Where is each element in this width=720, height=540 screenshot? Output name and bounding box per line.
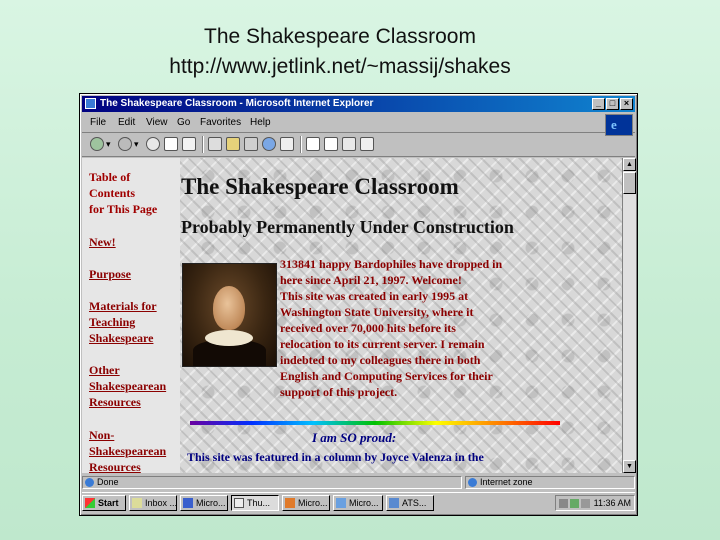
powerpoint-icon — [285, 498, 295, 508]
intro-line: indebted to my colleagues there in both — [280, 353, 481, 367]
slide-title: The Shakespeare Classroom — [204, 25, 476, 48]
taskbar: Start Inbox ... Micro... Thu... Micro...… — [82, 492, 635, 513]
word-icon — [183, 498, 193, 508]
maximize-button[interactable]: □ — [606, 98, 619, 110]
vertical-scrollbar[interactable]: ▲ ▼ — [622, 158, 636, 473]
intro-line: Washington State University, where it — [280, 305, 474, 319]
task-label: Inbox ... — [145, 498, 177, 508]
toolbar-separator — [300, 136, 301, 153]
zone-text: Internet zone — [480, 477, 533, 487]
windows-logo-icon — [85, 498, 95, 508]
status-pane: Done — [82, 476, 462, 489]
nav-non-shakespearean-link[interactable]: Non- Shakespearean Resources — [89, 427, 166, 473]
back-icon[interactable] — [90, 137, 104, 151]
nav-materials-link[interactable]: Materials for Teaching Shakespeare — [89, 298, 157, 346]
slide-url: http://www.jetlink.net/~massij/shakes — [169, 55, 511, 78]
intro-line: This site was created in early 1995 at — [280, 289, 469, 303]
shakespeare-portrait — [182, 263, 277, 367]
toolbar-separator — [202, 136, 203, 153]
intro-line: 313841 happy Bardophiles have dropped in — [280, 257, 503, 271]
status-bar: Done Internet zone — [82, 475, 635, 490]
refresh-icon[interactable] — [164, 137, 178, 151]
inbox-icon — [132, 498, 142, 508]
zone-pane: Internet zone — [465, 476, 635, 489]
menu-help[interactable]: Help — [250, 117, 271, 128]
menu-favorites[interactable]: Favorites — [200, 117, 241, 128]
task-label: ATS... — [402, 498, 427, 508]
task-label: Micro... — [196, 498, 226, 508]
page-heading: The Shakespeare Classroom — [181, 174, 459, 199]
start-label: Start — [98, 498, 119, 508]
scroll-thumb[interactable] — [623, 172, 636, 194]
task-label: Micro... — [298, 498, 328, 508]
page-subheading: Probably Permanently Under Construction — [181, 217, 514, 237]
title-bar: The Shakespeare Classroom - Microsoft In… — [82, 96, 635, 112]
task-inbox[interactable]: Inbox ... — [129, 495, 177, 511]
window-title: The Shakespeare Classroom - Microsoft In… — [100, 98, 374, 109]
task-other[interactable]: Micro... — [333, 495, 383, 511]
nav-purpose-link[interactable]: Purpose — [89, 266, 131, 282]
forward-icon[interactable] — [118, 137, 132, 151]
nav-table-of-contents: Table of Contents for This Page — [89, 170, 158, 216]
search-icon[interactable] — [208, 137, 222, 151]
speaker-icon[interactable] — [570, 499, 579, 508]
scroll-up-icon[interactable]: ▲ — [623, 158, 636, 171]
side-navigation: Table of Contents for This Page New! Pur… — [82, 158, 180, 473]
nav-new-link[interactable]: New! — [89, 234, 116, 250]
close-button[interactable]: × — [620, 98, 633, 110]
featured-text: This site was featured in a column by Jo… — [187, 450, 484, 464]
nav-other-resources-link[interactable]: Other Shakespearean Resources — [89, 362, 166, 410]
clock[interactable]: 11:36 AM — [594, 496, 631, 510]
rainbow-divider — [190, 421, 560, 425]
system-tray: 11:36 AM — [555, 495, 635, 511]
favorites-icon[interactable] — [226, 137, 240, 151]
network-icon[interactable] — [559, 499, 568, 508]
fonts-icon[interactable] — [324, 137, 338, 151]
task-ats[interactable]: ATS... — [386, 495, 434, 511]
menu-view[interactable]: View — [146, 117, 168, 128]
toolbar: ▾ ▾ — [82, 134, 635, 157]
app-icon — [336, 498, 346, 508]
task-label: Thu... — [247, 498, 271, 508]
menu-edit[interactable]: Edit — [118, 117, 135, 128]
task-powerpoint[interactable]: Micro... — [282, 495, 330, 511]
proud-text: I am SO proud: — [312, 430, 397, 445]
intro-line: relocation to its current server. I rema… — [280, 337, 485, 351]
ie-icon — [85, 98, 96, 109]
fullscreen-icon[interactable] — [280, 137, 294, 151]
intro-line: here since April 21, 1997. Welcome! — [280, 273, 462, 287]
ie-logo: e — [605, 114, 633, 136]
page-content: Table of Contents for This Page New! Pur… — [82, 158, 622, 473]
tray-app-icon[interactable] — [581, 499, 590, 508]
task-browser-active[interactable]: Thu... — [231, 495, 279, 511]
menu-go[interactable]: Go — [177, 117, 190, 128]
forward-dropdown-icon[interactable]: ▾ — [134, 139, 139, 150]
browser-window: The Shakespeare Classroom - Microsoft In… — [79, 93, 638, 516]
task-label: Micro... — [349, 498, 379, 508]
back-dropdown-icon[interactable]: ▾ — [106, 139, 111, 150]
print-icon[interactable] — [342, 137, 356, 151]
intro-line: received over 70,000 hits before its — [280, 321, 456, 335]
page-icon — [85, 478, 94, 487]
start-button[interactable]: Start — [82, 495, 126, 511]
intro-line: English and Computing Services for their — [280, 369, 493, 383]
globe-icon — [468, 478, 477, 487]
stop-icon[interactable] — [146, 137, 160, 151]
minimize-button[interactable]: _ — [592, 98, 605, 110]
edit-icon[interactable] — [360, 137, 374, 151]
intro-line: support of this project. — [280, 385, 398, 399]
channels-icon[interactable] — [262, 137, 276, 151]
menu-file[interactable]: File — [90, 117, 106, 128]
intro-text: 313841 happy Bardophiles have dropped in… — [280, 256, 540, 400]
document-icon — [234, 498, 244, 508]
home-icon[interactable] — [182, 137, 196, 151]
history-icon[interactable] — [244, 137, 258, 151]
scroll-down-icon[interactable]: ▼ — [623, 460, 636, 473]
status-text: Done — [97, 477, 119, 487]
task-word[interactable]: Micro... — [180, 495, 228, 511]
app-icon — [389, 498, 399, 508]
menu-bar: File Edit View Go Favorites Help — [82, 114, 635, 133]
mail-icon[interactable] — [306, 137, 320, 151]
